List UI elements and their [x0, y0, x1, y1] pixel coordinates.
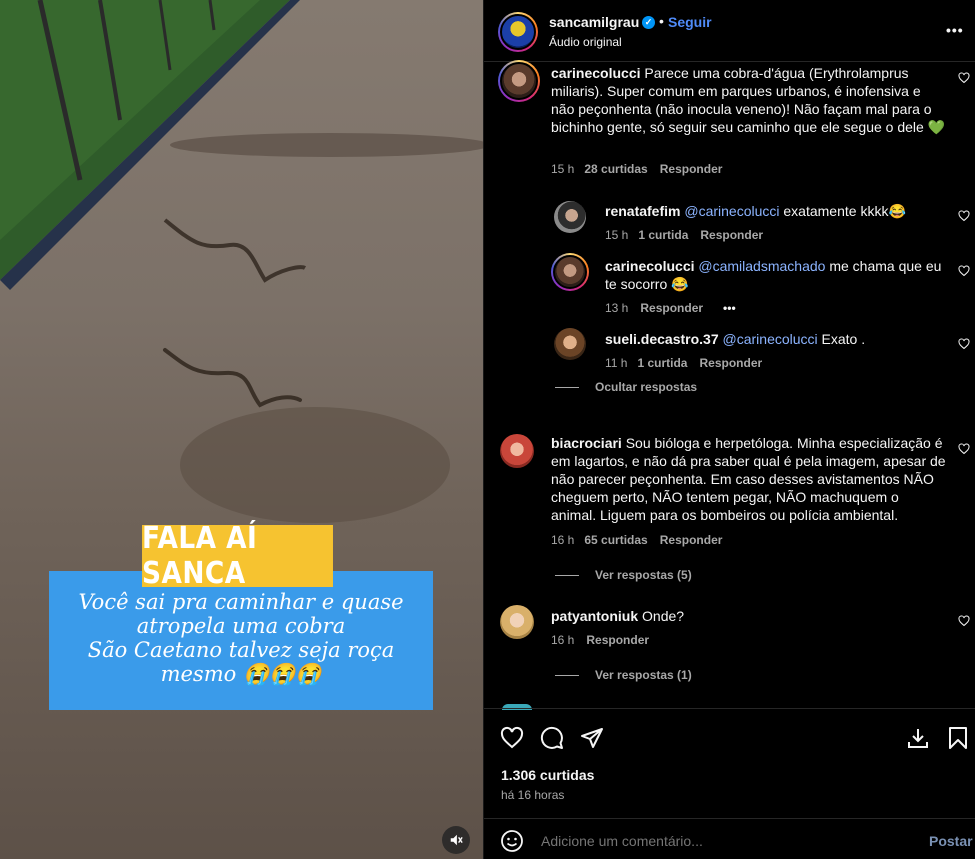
reply-button[interactable]: Responder: [699, 356, 762, 370]
comment-meta: 16 h 65 curtidas Responder: [551, 533, 722, 547]
mention-link[interactable]: @carinecolucci: [723, 331, 818, 347]
overlay-line: Você sai pra caminhar e quase: [78, 590, 404, 614]
comment-avatar[interactable]: [554, 201, 586, 233]
mention-link[interactable]: @carinecolucci: [684, 203, 779, 219]
comment-text: exatamente kkkk😂: [783, 203, 906, 219]
comment-avatar[interactable]: [500, 434, 534, 468]
post-time: há 16 horas: [501, 788, 565, 802]
overlay-line: São Caetano talvez seja roça: [87, 638, 395, 662]
separator-dot: •: [659, 13, 664, 29]
reply-button[interactable]: Responder: [660, 533, 723, 547]
overlay-text: Você sai pra caminhar e quase atropela u…: [49, 590, 433, 686]
like-comment-heart-icon[interactable]: [958, 210, 970, 222]
comment-username[interactable]: carinecolucci: [551, 65, 641, 81]
comment-meta: 16 h Responder: [551, 633, 649, 647]
overlay-line: mesmo 😭😭😭: [160, 662, 322, 686]
comment-likes[interactable]: 1 curtida: [638, 228, 688, 242]
comment-avatar[interactable]: [554, 328, 586, 360]
like-comment-heart-icon[interactable]: [958, 72, 970, 84]
view-replies-button[interactable]: Ver respostas (1): [555, 668, 692, 682]
like-comment-heart-icon[interactable]: [958, 338, 970, 350]
comment-input[interactable]: [541, 833, 891, 849]
post-panel: sancamilgrau ✓ • Seguir Áudio original •…: [483, 0, 975, 859]
view-replies-button[interactable]: Ver respostas (5): [555, 568, 692, 582]
author-username[interactable]: sancamilgrau: [549, 14, 639, 30]
more-options-button[interactable]: •••: [946, 22, 964, 38]
comment-text: Exato .: [821, 331, 866, 347]
comment-likes[interactable]: 28 curtidas: [584, 162, 647, 176]
save-bookmark-icon[interactable]: [946, 726, 970, 750]
comment-avatar[interactable]: [500, 605, 534, 639]
reply-button[interactable]: Responder: [640, 301, 703, 315]
comment-body: patyantoniuk Onde?: [551, 607, 946, 625]
comment-meta: 15 h 28 curtidas Responder: [551, 162, 722, 176]
comment-body: carinecolucci Parece uma cobra-d'água (E…: [551, 64, 946, 136]
like-comment-heart-icon[interactable]: [958, 615, 970, 627]
audio-label[interactable]: Áudio original: [549, 35, 622, 49]
comment-likes[interactable]: 1 curtida: [637, 356, 687, 370]
author-avatar[interactable]: [498, 12, 538, 52]
comment-body: carinecolucci @camiladsmachado me chama …: [605, 257, 945, 293]
share-send-icon[interactable]: [580, 726, 604, 750]
overlay-line: atropela uma cobra: [136, 614, 346, 638]
comment-bubble-icon[interactable]: [540, 726, 564, 750]
comment-username[interactable]: carinecolucci: [605, 258, 695, 274]
comment-text: Onde?: [642, 608, 685, 624]
media-background-scene: [0, 0, 483, 290]
overlay-title: FALA AÍ SANCA: [142, 521, 333, 591]
comment-time[interactable]: 16 h: [551, 633, 574, 647]
emoji-icon[interactable]: [500, 829, 524, 853]
hide-replies-button[interactable]: Ocultar respostas: [555, 380, 697, 394]
wet-spot: [180, 407, 450, 523]
comment-meta: 13 h Responder •••: [605, 301, 736, 315]
comment-body: renatafefim @carinecolucci exatamente kk…: [605, 202, 945, 220]
verified-badge-icon: ✓: [642, 16, 655, 29]
comment-time[interactable]: 15 h: [551, 162, 574, 176]
post-header: sancamilgrau ✓ • Seguir Áudio original •…: [484, 0, 975, 62]
comment-more-button[interactable]: •••: [723, 301, 736, 315]
like-comment-heart-icon[interactable]: [958, 443, 970, 455]
comment-likes[interactable]: 65 curtidas: [584, 533, 647, 547]
download-icon[interactable]: [906, 726, 930, 750]
comment-body: biacrociari Sou bióloga e herpetóloga. M…: [551, 434, 946, 524]
like-heart-icon[interactable]: [500, 726, 524, 750]
mute-button[interactable]: [442, 826, 470, 854]
comment-username[interactable]: patyantoniuk: [551, 608, 638, 624]
comment-time[interactable]: 15 h: [605, 228, 628, 242]
comment-body: sueli.decastro.37 @carinecolucci Exato .: [605, 330, 945, 348]
comment-username[interactable]: sueli.decastro.37: [605, 331, 719, 347]
post-media[interactable]: FALA AÍ SANCA Você sai pra caminhar e qu…: [0, 0, 483, 859]
comment-username[interactable]: renatafefim: [605, 203, 680, 219]
comment-username[interactable]: biacrociari: [551, 435, 622, 451]
like-comment-heart-icon[interactable]: [958, 265, 970, 277]
muted-speaker-icon: [450, 834, 463, 846]
comment-time[interactable]: 16 h: [551, 533, 574, 547]
reply-button[interactable]: Responder: [700, 228, 763, 242]
comment-meta: 15 h 1 curtida Responder: [605, 228, 763, 242]
comment-avatar[interactable]: [551, 253, 589, 291]
mention-link[interactable]: @camiladsmachado: [698, 258, 825, 274]
likes-count[interactable]: 1.306 curtidas: [501, 767, 594, 783]
follow-button[interactable]: Seguir: [668, 14, 712, 30]
post-comment-button[interactable]: Postar: [929, 833, 973, 849]
reply-button[interactable]: Responder: [586, 633, 649, 647]
comment-meta: 11 h 1 curtida Responder: [605, 356, 762, 370]
comment-avatar[interactable]: [498, 60, 540, 102]
comment-time[interactable]: 11 h: [605, 356, 627, 370]
comment-time[interactable]: 13 h: [605, 301, 628, 315]
reply-button[interactable]: Responder: [660, 162, 723, 176]
